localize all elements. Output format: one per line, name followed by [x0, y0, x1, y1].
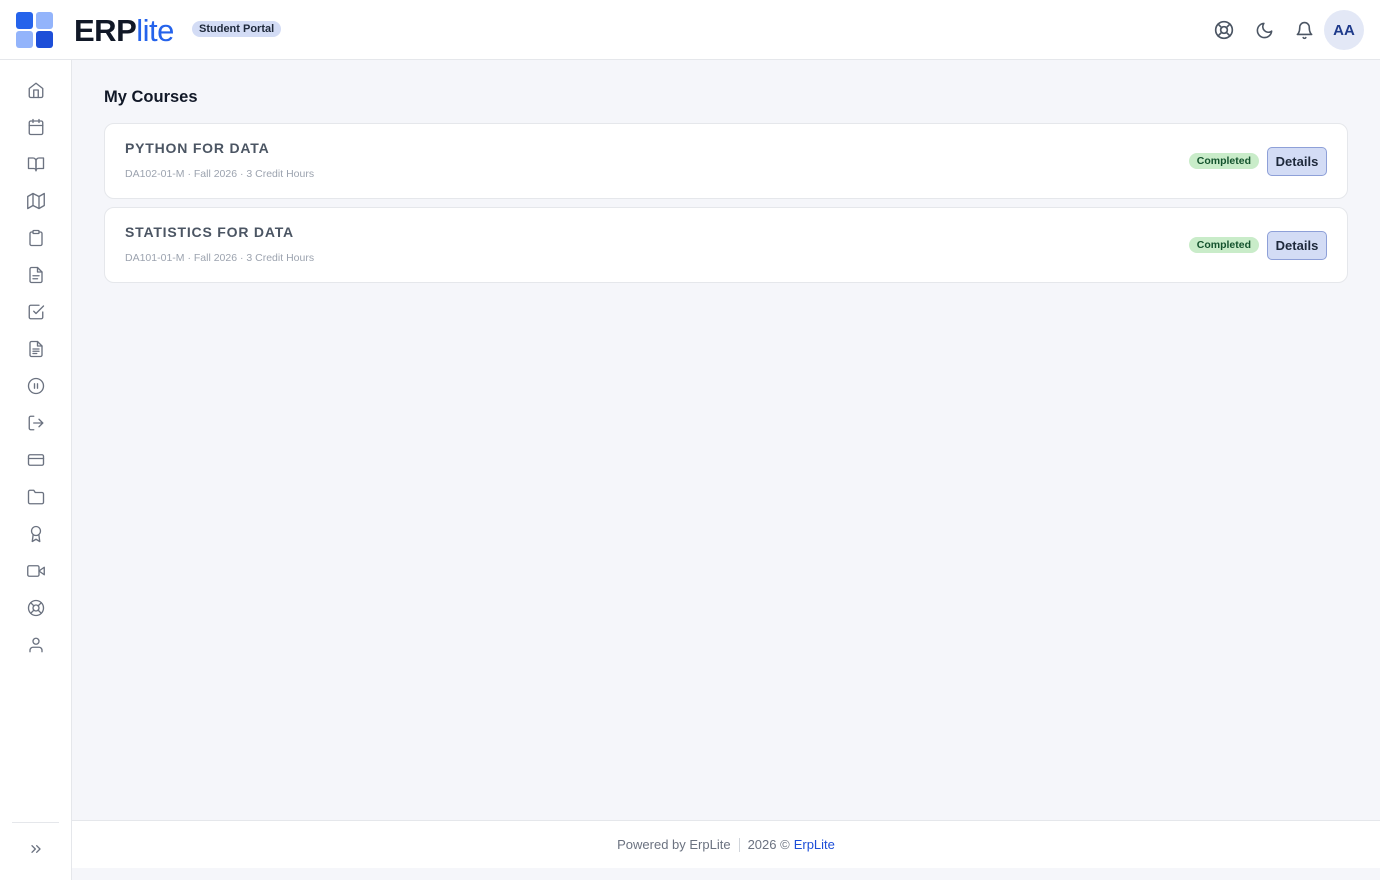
- help-circle-icon[interactable]: [1204, 10, 1244, 50]
- moon-icon[interactable]: [1244, 10, 1284, 50]
- map-icon: [27, 192, 45, 210]
- footer-copyright: 2026 ©: [747, 837, 790, 852]
- bell-icon[interactable]: [1284, 10, 1324, 50]
- sidebar-item-tasks[interactable]: [16, 296, 56, 328]
- app-brand[interactable]: ERPlite: [74, 14, 174, 48]
- sidebar-collapse-button[interactable]: [16, 833, 56, 865]
- credit-card-icon: [27, 454, 45, 466]
- header-actions: AA: [1204, 10, 1364, 50]
- user-avatar[interactable]: AA: [1324, 10, 1364, 50]
- file-text-icon: [29, 266, 43, 284]
- sidebar-item-calendar[interactable]: [16, 111, 56, 143]
- footer-powered-by: Powered by ErpLite: [617, 837, 731, 852]
- sidebar-item-map[interactable]: [16, 185, 56, 217]
- sidebar-item-logout[interactable]: [16, 407, 56, 439]
- page-title: My Courses: [104, 88, 198, 106]
- sidebar-item-payments[interactable]: [16, 444, 56, 476]
- course-name: PYTHON FOR DATA: [125, 140, 270, 156]
- main-content: My Courses PYTHON FOR DATA DA102-01-M · …: [72, 60, 1380, 820]
- check-square-icon: [28, 304, 45, 320]
- top-header: ERPlite Student Portal AA: [0, 0, 1380, 60]
- sidebar-item-certificates[interactable]: [16, 518, 56, 550]
- status-badge: Completed: [1188, 237, 1259, 253]
- course-card: STATISTICS FOR DATA DA101-01-M · Fall 20…: [104, 207, 1348, 283]
- calendar-icon: [28, 118, 44, 136]
- sidebar-divider: [12, 822, 59, 823]
- folder-icon: [27, 489, 45, 505]
- brand-bold-text: ERP: [74, 13, 137, 48]
- log-out-icon: [28, 415, 44, 431]
- lifebuoy-icon: [27, 599, 45, 617]
- user-icon: [29, 637, 43, 653]
- sidebar-item-video[interactable]: [16, 555, 56, 587]
- sidebar-item-documents[interactable]: [16, 259, 56, 291]
- app-logo-icon[interactable]: [16, 12, 53, 48]
- course-card: PYTHON FOR DATA DA102-01-M · Fall 2026 ·…: [104, 123, 1348, 199]
- sidebar-nav: [0, 60, 72, 880]
- footer-separator: [738, 837, 740, 852]
- course-name: STATISTICS FOR DATA: [125, 224, 294, 240]
- home-icon: [28, 82, 44, 99]
- details-button[interactable]: Details: [1267, 231, 1327, 260]
- sidebar-item-files[interactable]: [16, 481, 56, 513]
- footer-erplite-link[interactable]: ErpLite: [794, 837, 835, 852]
- sidebar-item-profile[interactable]: [16, 629, 56, 661]
- status-badge: Completed: [1188, 153, 1259, 169]
- video-icon: [27, 565, 45, 577]
- document-icon: [29, 340, 43, 358]
- brand-light-text: lite: [136, 13, 174, 48]
- book-open-icon: [27, 157, 45, 172]
- award-icon: [30, 525, 42, 543]
- chevrons-right-icon: [31, 845, 41, 853]
- sidebar-item-reports[interactable]: [16, 333, 56, 365]
- course-meta: DA101-01-M · Fall 2026 · 3 Credit Hours: [125, 252, 315, 264]
- sidebar-item-clipboard[interactable]: [16, 222, 56, 254]
- clipboard-icon: [29, 229, 43, 247]
- sidebar-item-support[interactable]: [16, 592, 56, 624]
- sidebar-item-courses[interactable]: [16, 148, 56, 180]
- page-footer: Powered by ErpLite 2026 © ErpLite: [72, 820, 1380, 868]
- sidebar-item-home[interactable]: [16, 74, 56, 106]
- details-button[interactable]: Details: [1267, 147, 1327, 176]
- pause-circle-icon: [27, 377, 45, 395]
- bottom-strip: [72, 868, 1380, 880]
- course-meta: DA102-01-M · Fall 2026 · 3 Credit Hours: [125, 168, 315, 180]
- sidebar-item-attendance[interactable]: [16, 370, 56, 402]
- portal-badge: Student Portal: [192, 21, 282, 37]
